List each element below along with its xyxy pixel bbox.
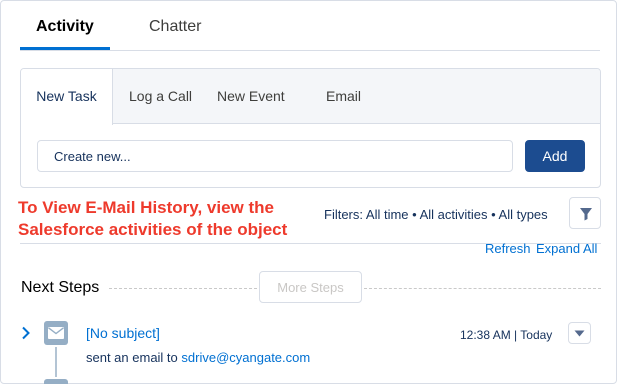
more-steps-button[interactable]: More Steps [259,271,362,303]
annotation-line-1: To View E-Mail History, view the [18,198,275,217]
description-prefix: sent an email to [86,350,178,365]
envelope-icon [48,327,64,339]
tab-new-task[interactable]: New Task [21,69,113,125]
tab-new-event[interactable]: New Event [217,69,285,124]
email-subject-link[interactable]: [No subject] [86,325,160,341]
email-icon [44,321,68,345]
next-timeline-icon [44,379,68,384]
item-actions-menu[interactable] [568,322,591,344]
activity-card: Activity Chatter New Task Log a Call New… [0,0,617,384]
chevron-down-icon [574,330,585,337]
tab-log-a-call[interactable]: Log a Call [129,69,192,124]
refresh-link[interactable]: Refresh [485,241,531,256]
recipient-email-link[interactable]: sdrive@cyangate.com [181,350,310,365]
tab-activity[interactable]: Activity [36,18,94,36]
expand-all-link[interactable]: Expand All [536,241,597,256]
add-button[interactable]: Add [525,140,585,172]
dashed-divider [364,288,601,289]
timeline-connector [55,347,57,377]
tab-email[interactable]: Email [326,69,361,124]
tab-chatter[interactable]: Chatter [149,18,201,36]
filter-button[interactable] [569,197,601,229]
filter-icon [580,208,592,221]
dashed-divider [109,288,257,289]
item-description: sent an email to sdrive@cyangate.com [86,350,310,365]
filters-summary: Filters: All time • All activities • All… [324,207,548,222]
activity-composer: New Task Log a Call New Event Email Add [20,68,601,188]
item-timestamp: 12:38 AM | Today [460,328,553,342]
annotation-line-2: Salesforce activities of the object [18,220,288,239]
annotation-text: To View E-Mail History, view the Salesfo… [18,197,318,241]
top-tabs: Activity Chatter [20,1,600,51]
next-steps-title: Next Steps [21,279,100,296]
active-tab-indicator [20,47,110,50]
composer-tabs: New Task Log a Call New Event Email [21,69,600,125]
chevron-right-icon[interactable] [21,326,31,340]
create-new-input[interactable] [37,140,513,172]
